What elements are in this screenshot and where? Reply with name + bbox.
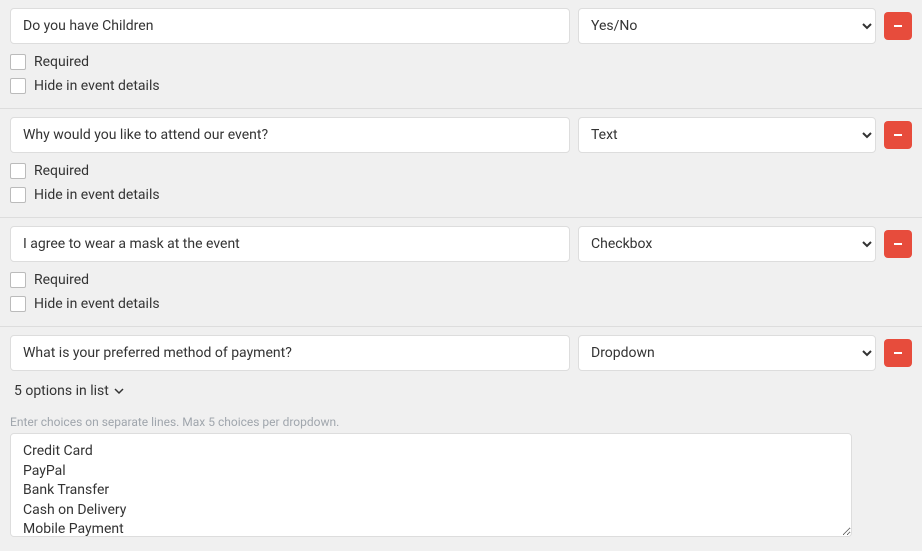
required-checkbox[interactable]: [10, 163, 26, 179]
choices-helper-text: Enter choices on separate lines. Max 5 c…: [10, 415, 912, 429]
required-row: Required: [10, 159, 912, 183]
field-type-select[interactable]: Dropdown: [578, 335, 876, 371]
field-block: Yes/No Required Hide in event details: [0, 0, 922, 109]
question-input[interactable]: [10, 335, 570, 371]
minus-icon: [892, 347, 904, 359]
hide-label: Hide in event details: [34, 187, 160, 203]
hide-label: Hide in event details: [34, 296, 160, 312]
hide-checkbox[interactable]: [10, 296, 26, 312]
field-row: Text: [10, 117, 912, 153]
field-row: Yes/No: [10, 8, 912, 44]
required-checkbox[interactable]: [10, 272, 26, 288]
field-type-select[interactable]: Yes/No: [578, 8, 876, 44]
field-block: Text Required Hide in event details: [0, 109, 922, 218]
field-row: Dropdown: [10, 335, 912, 371]
options-count-toggle[interactable]: 5 options in list: [10, 377, 129, 405]
remove-field-button[interactable]: [884, 230, 912, 258]
hide-label: Hide in event details: [34, 78, 160, 94]
field-type-select[interactable]: Text: [578, 117, 876, 153]
hide-row: Hide in event details: [10, 183, 912, 207]
question-input[interactable]: [10, 8, 570, 44]
required-label: Required: [34, 54, 89, 70]
question-input[interactable]: [10, 226, 570, 262]
remove-field-button[interactable]: [884, 339, 912, 367]
required-label: Required: [34, 272, 89, 288]
required-row: Required: [10, 50, 912, 74]
remove-field-button[interactable]: [884, 121, 912, 149]
hide-row: Hide in event details: [10, 292, 912, 316]
required-row: Required: [10, 268, 912, 292]
field-block: Checkbox Required Hide in event details: [0, 218, 922, 327]
hide-row: Hide in event details: [10, 74, 912, 98]
hide-checkbox[interactable]: [10, 78, 26, 94]
remove-field-button[interactable]: [884, 12, 912, 40]
question-input[interactable]: [10, 117, 570, 153]
minus-icon: [892, 238, 904, 250]
field-block: Dropdown 5 options in list Enter choices…: [0, 327, 922, 551]
minus-icon: [892, 129, 904, 141]
chevron-down-icon: [113, 385, 125, 397]
options-count-label: 5 options in list: [14, 383, 109, 399]
minus-icon: [892, 20, 904, 32]
required-label: Required: [34, 163, 89, 179]
field-type-select[interactable]: Checkbox: [578, 226, 876, 262]
field-row: Checkbox: [10, 226, 912, 262]
choices-textarea[interactable]: [10, 433, 852, 537]
hide-checkbox[interactable]: [10, 187, 26, 203]
required-checkbox[interactable]: [10, 54, 26, 70]
